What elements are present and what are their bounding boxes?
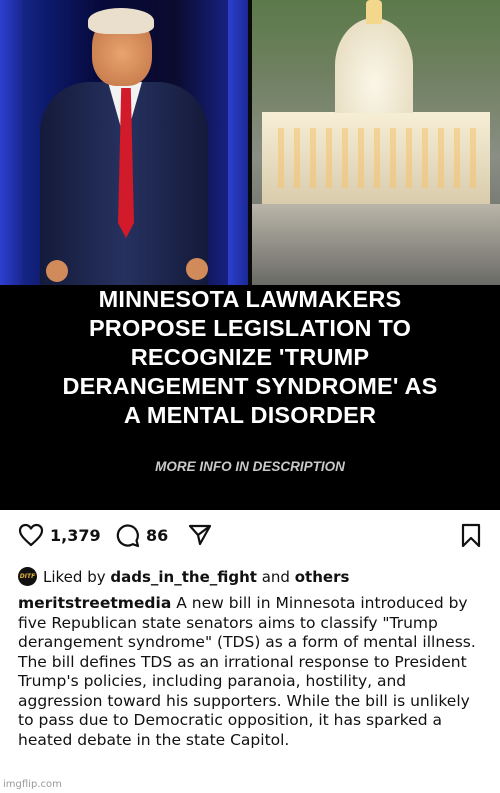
more-info-text: MORE INFO IN DESCRIPTION [155, 459, 345, 474]
comment-bubble-icon[interactable] [115, 523, 140, 548]
paper-plane-icon[interactable] [188, 523, 212, 547]
photo-divider [248, 0, 252, 285]
others-link[interactable]: others [295, 568, 350, 586]
stage-curtain [0, 0, 22, 285]
headline-line: A MENTAL DISORDER [123, 402, 377, 428]
headline: MINNESOTA LAWMAKERS PROPOSE LEGISLATION … [0, 285, 500, 430]
post-caption: meritstreetmedia A new bill in Minnesota… [18, 594, 486, 750]
headline-line: MINNESOTA LAWMAKERS [98, 286, 402, 312]
capitol-windows [268, 128, 484, 188]
comment-button[interactable]: 86 [115, 523, 168, 548]
watermark: imgflip.com [3, 779, 62, 790]
caption-username-link[interactable]: meritstreetmedia [18, 594, 171, 612]
avatar-initials: DITF [19, 573, 36, 580]
save-button[interactable] [460, 523, 482, 548]
action-bar: 1,379 86 [0, 523, 500, 553]
liker-username-link[interactable]: dads_in_the_fight [110, 568, 257, 586]
like-count: 1,379 [50, 525, 101, 545]
capitol-lantern [366, 0, 382, 24]
heart-icon[interactable] [18, 523, 44, 547]
liked-by-and: and [261, 567, 290, 586]
liked-by-prefix: Liked by [43, 567, 106, 586]
stage-curtain [228, 0, 250, 285]
liker-avatar[interactable]: DITF [18, 567, 37, 586]
capitol-plaza [250, 204, 500, 285]
headline-line: DERANGEMENT SYNDROME' AS [62, 373, 438, 399]
headline-line: PROPOSE LEGISLATION TO [88, 315, 412, 341]
caption-text: A new bill in Minnesota introduced by fi… [18, 594, 476, 749]
figure-hand [186, 258, 208, 280]
capitol-dome [335, 18, 413, 113]
post-image[interactable]: MINNESOTA LAWMAKERS PROPOSE LEGISLATION … [0, 0, 500, 510]
photo-speaker-on-stage [0, 0, 250, 285]
like-button[interactable]: 1,379 [18, 523, 101, 547]
figure-hair [88, 8, 154, 34]
figure-hand [46, 260, 68, 282]
headline-line: RECOGNIZE 'TRUMP [130, 344, 370, 370]
comment-count: 86 [146, 526, 169, 545]
liked-by-row: DITF Liked by dads_in_the_fight and othe… [18, 567, 488, 586]
bookmark-icon[interactable] [460, 523, 482, 548]
share-button[interactable] [188, 523, 212, 547]
